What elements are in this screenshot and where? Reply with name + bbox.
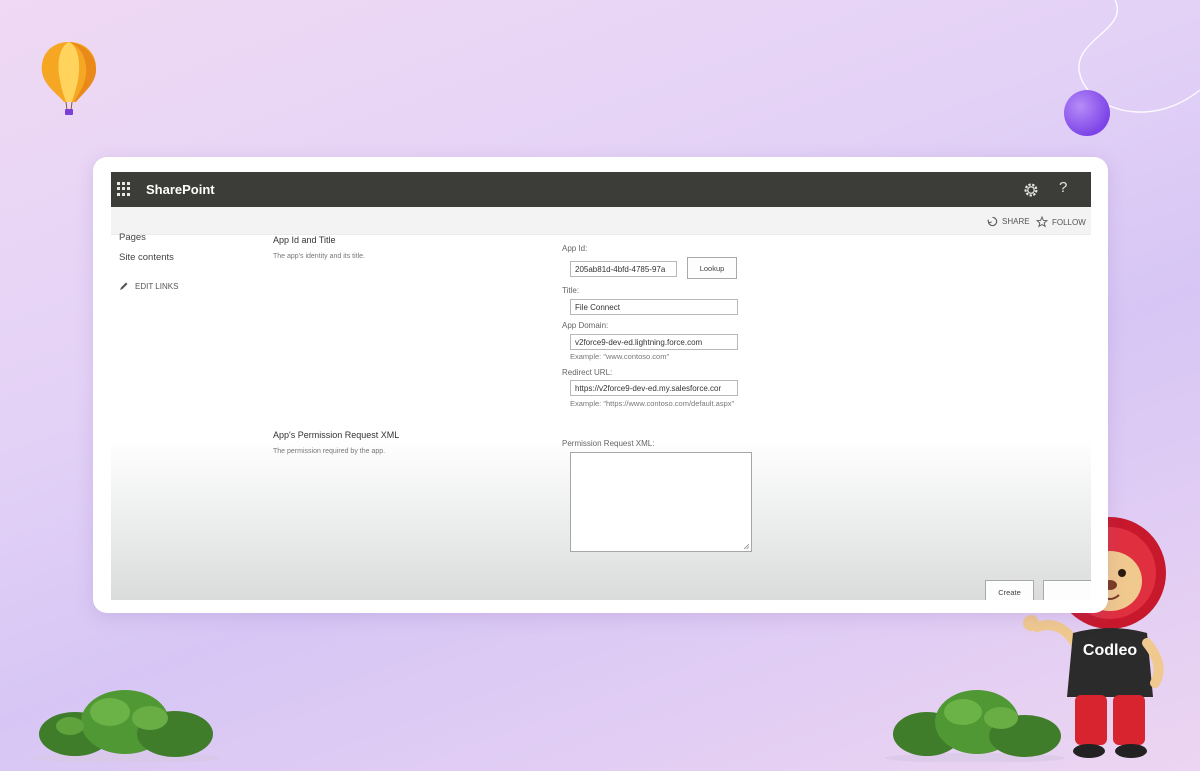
permission-xml-label: Permission Request XML:: [562, 439, 655, 448]
help-icon[interactable]: ?: [1059, 179, 1067, 196]
resize-grip-icon[interactable]: [743, 543, 750, 550]
permission-xml-textarea[interactable]: [570, 452, 752, 552]
section-title-permission: App's Permission Request XML: [273, 430, 400, 440]
app-domain-label: App Domain:: [562, 321, 609, 330]
redirect-url-label: Redirect URL:: [562, 368, 613, 377]
follow-label: FOLLOW: [1052, 217, 1086, 227]
create-button[interactable]: Create: [985, 580, 1034, 600]
mascot-shirt-text: Codleo: [1083, 642, 1137, 659]
star-icon: [1036, 216, 1048, 228]
pencil-icon: [120, 282, 128, 290]
follow-button[interactable]: FOLLOW: [1036, 216, 1086, 228]
app-launcher-icon[interactable]: [117, 182, 131, 196]
section-desc-app-id: The app's identity and its title.: [273, 253, 365, 260]
decorative-orb: [1064, 90, 1110, 136]
nav-item-pages[interactable]: Pages: [119, 232, 146, 243]
section-title-app-id: App Id and Title: [273, 235, 336, 245]
cancel-button[interactable]: [1043, 580, 1091, 600]
edit-links-button[interactable]: EDIT LINKS: [119, 281, 178, 291]
suite-bar: SharePoint ?: [111, 172, 1091, 207]
title-label: Title:: [562, 286, 580, 295]
app-id-label: App Id:: [562, 244, 588, 253]
redirect-url-hint: Example: "https://www.contoso.com/defaul…: [570, 399, 735, 408]
app-id-input[interactable]: 205ab81d-4bfd-4785-97a: [570, 261, 677, 277]
bush-decoration: [30, 690, 220, 762]
share-icon: [987, 216, 998, 227]
nav-item-site-contents[interactable]: Site contents: [119, 252, 174, 263]
share-label: SHARE: [1002, 217, 1030, 226]
action-bar: SHARE FOLLOW: [111, 207, 1091, 235]
sharepoint-window: SharePoint ? SHARE FOLLOW Pages Site con…: [111, 172, 1091, 600]
share-button[interactable]: SHARE: [987, 216, 1030, 227]
app-domain-input[interactable]: v2force9-dev-ed.lightning.force.com: [570, 334, 738, 350]
edit-links-label: EDIT LINKS: [135, 281, 179, 291]
hot-air-balloon-icon: [41, 42, 97, 115]
redirect-url-input[interactable]: https://v2force9-dev-ed.my.salesforce.co…: [570, 380, 738, 396]
gear-icon[interactable]: [1022, 181, 1040, 199]
lookup-button[interactable]: Lookup: [687, 257, 737, 279]
app-domain-hint: Example: "www.contoso.com": [570, 352, 670, 361]
brand-title[interactable]: SharePoint: [146, 182, 215, 197]
section-desc-permission: The permission required by the app.: [273, 448, 386, 455]
title-input[interactable]: File Connect: [570, 299, 738, 315]
